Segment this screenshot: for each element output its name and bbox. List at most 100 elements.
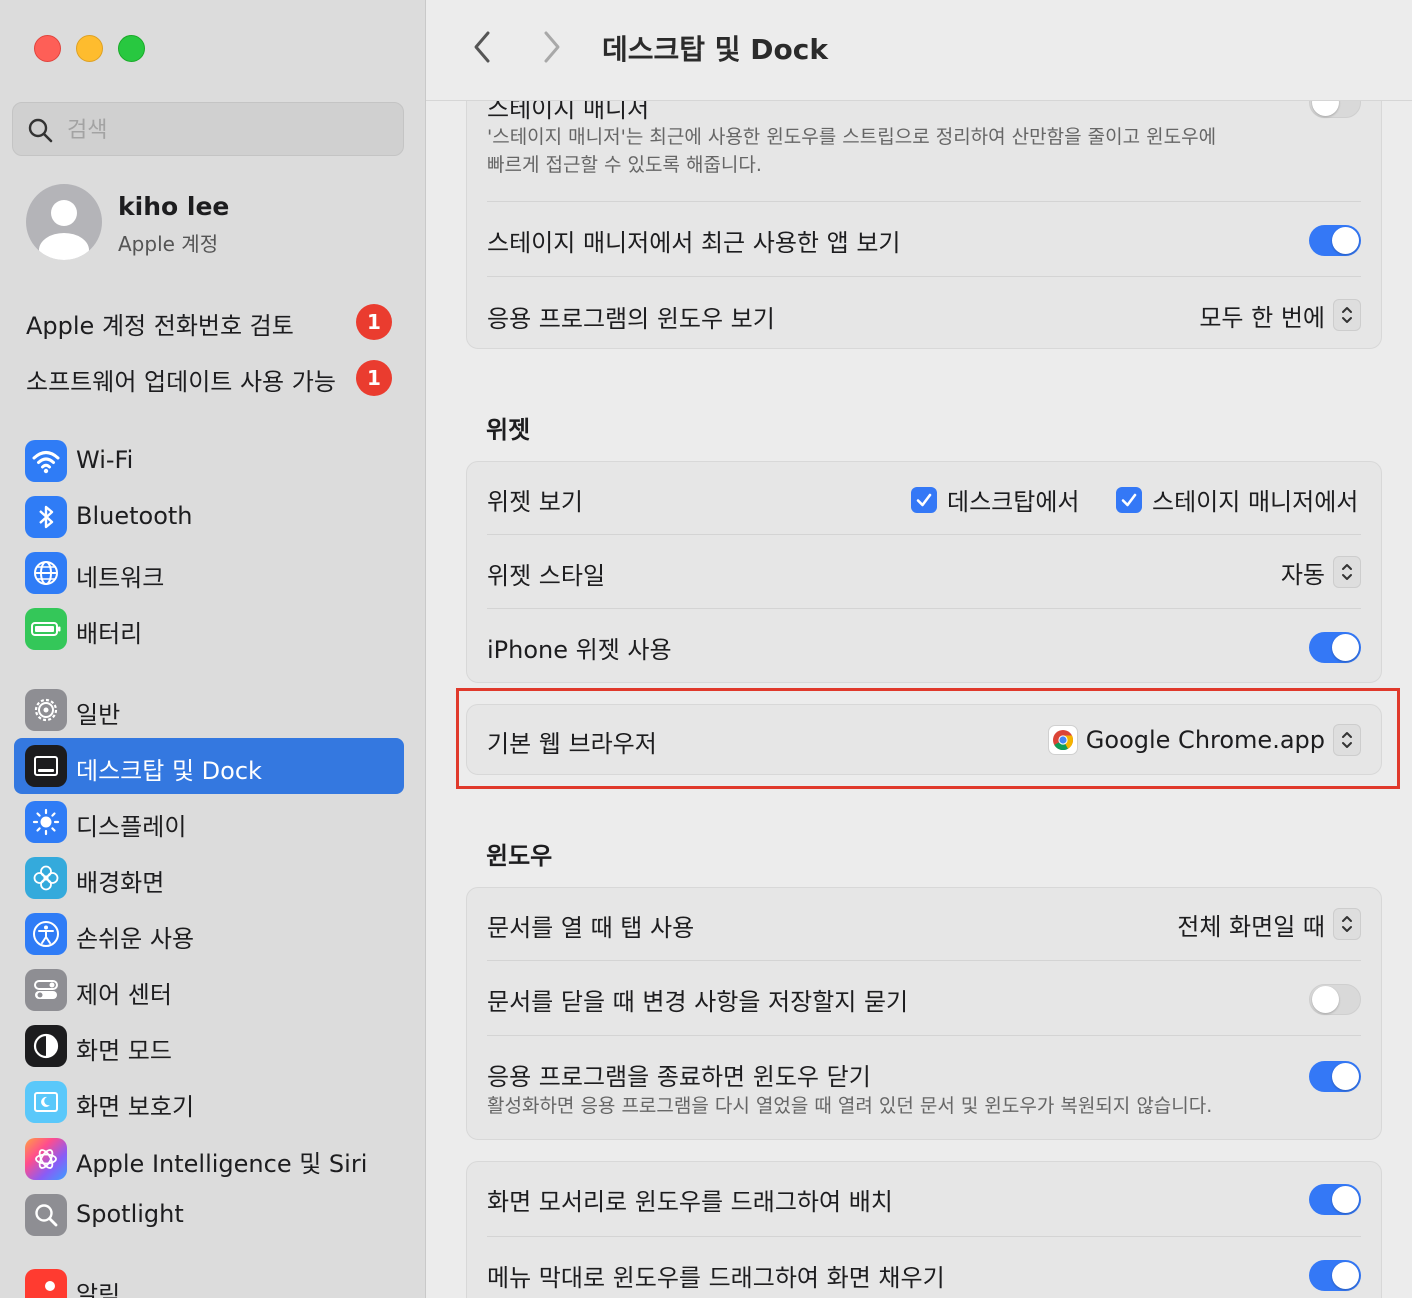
wifi-icon: [25, 440, 67, 482]
sidebar-item-label: 알림: [76, 1281, 121, 1298]
drag-menubar-row: 메뉴 막대로 윈도우를 드래그하여 화면 채우기: [487, 1254, 1361, 1294]
iphone-widgets-row: iPhone 위젯 사용: [487, 626, 1361, 666]
sidebar-item-label: Apple Intelligence 및 Siri: [76, 1150, 368, 1178]
window-controls: [34, 35, 145, 62]
default-browser-card: 기본 웹 브라우저 Google Chrome.app: [466, 704, 1382, 775]
toolbar: 데스크탑 및 Dock: [426, 0, 1412, 101]
sidebar-item-accessibility[interactable]: 손쉬운 사용: [14, 906, 404, 962]
popup-value: Google Chrome.app: [1085, 726, 1325, 754]
screensaver-icon: [25, 1081, 67, 1123]
drag-corners-toggle[interactable]: [1309, 1184, 1361, 1215]
stage-manager-checkbox[interactable]: 스테이지 매니저에서: [1116, 482, 1358, 517]
forward-chevron-icon[interactable]: [540, 30, 564, 64]
search-input[interactable]: [65, 113, 389, 147]
default-browser-popup[interactable]: Google Chrome.app: [1047, 723, 1361, 757]
account-profile[interactable]: kiho lee Apple 계정: [26, 184, 406, 264]
bell-icon: [25, 1269, 67, 1298]
sidebar-item-label: 배경화면: [76, 869, 165, 897]
tiling-card: 화면 모서리로 윈도우를 드래그하여 배치 메뉴 막대로 윈도우를 드래그하여 …: [466, 1161, 1382, 1298]
gear-icon: [25, 689, 67, 731]
sidebar-item-label: 디스플레이: [76, 813, 187, 841]
close-window-button[interactable]: [34, 35, 61, 62]
minimize-window-button[interactable]: [76, 35, 103, 62]
chrome-icon: [1047, 725, 1078, 755]
sidebar-item-bluetooth[interactable]: Bluetooth: [14, 489, 404, 545]
back-chevron-icon[interactable]: [470, 30, 494, 64]
sidebar-item-label: Spotlight: [76, 1200, 184, 1228]
sidebar-item-appearance[interactable]: 화면 모드: [14, 1018, 404, 1074]
profile-subtitle: Apple 계정: [118, 232, 219, 256]
sun-icon: [25, 801, 67, 843]
section-title-widgets: 위젯: [486, 416, 531, 444]
sidebar-item-apple-intelligence-siri[interactable]: Apple Intelligence 및 Siri: [14, 1131, 404, 1187]
ask-save-row: 문서를 닫을 때 변경 사항을 저장할지 묻기: [487, 978, 1361, 1018]
widget-style-popup[interactable]: 자동: [1281, 555, 1361, 589]
globe-icon: [25, 552, 67, 594]
close-windows-description: 활성화하면 응용 프로그램을 다시 열었을 때 열려 있던 문서 및 윈도우가 …: [487, 1095, 1213, 1117]
tabs-label: 문서를 열 때 탭 사용: [487, 914, 695, 942]
description-line: '스테이지 매니저'는 최근에 사용한 윈도우를 스트립으로 정리하여 산만함을…: [487, 126, 1217, 148]
iphone-widgets-label: iPhone 위젯 사용: [487, 636, 672, 664]
sidebar-item-label: 일반: [76, 701, 121, 729]
checkmark-icon: [911, 486, 937, 513]
sidebar-item-network[interactable]: 네트워크: [14, 545, 404, 601]
drag-corners-label: 화면 모서리로 윈도우를 드래그하여 배치: [487, 1188, 893, 1216]
sidebar-item-desktop-dock[interactable]: 데스크탑 및 Dock: [14, 738, 404, 794]
drag-menubar-label: 메뉴 막대로 윈도우를 드래그하여 화면 채우기: [487, 1264, 945, 1292]
search-field[interactable]: [12, 102, 404, 156]
notice-label: 소프트웨어 업데이트 사용 가능: [26, 368, 336, 396]
description-line: 빠르게 접근할 수 있도록 해줍니다.: [487, 154, 762, 176]
sidebar-item-screensaver[interactable]: 화면 보호기: [14, 1074, 404, 1130]
recent-apps-toggle[interactable]: [1309, 225, 1361, 256]
drag-menubar-toggle[interactable]: [1309, 1260, 1361, 1291]
sidebar-item-spotlight[interactable]: Spotlight: [14, 1187, 404, 1243]
sidebar-item-label: 손쉬운 사용: [76, 925, 195, 953]
dock-icon: [25, 745, 67, 787]
notice-label: Apple 계정 전화번호 검토: [26, 312, 294, 340]
sidebar-item-battery[interactable]: 배터리: [14, 601, 404, 657]
sidebar-item-label: 배터리: [76, 620, 143, 648]
appearance-icon: [25, 1025, 67, 1067]
siri-icon: [25, 1138, 67, 1180]
desktop-checkbox[interactable]: 데스크탑에서: [911, 482, 1079, 517]
sidebar-item-displays[interactable]: 디스플레이: [14, 794, 404, 850]
sidebar-item-label: 제어 센터: [76, 981, 172, 1009]
app-windows-label: 응용 프로그램의 윈도우 보기: [487, 305, 775, 333]
popup-value: 전체 화면일 때: [1177, 912, 1325, 941]
drag-corners-row: 화면 모서리로 윈도우를 드래그하여 배치: [487, 1178, 1361, 1218]
stage-manager-card: 스테이지 매니저 '스테이지 매니저'는 최근에 사용한 윈도우를 스트립으로 …: [466, 60, 1382, 349]
iphone-widgets-toggle[interactable]: [1309, 632, 1361, 663]
sidebar-item-label: 화면 보호기: [76, 1093, 195, 1121]
up-down-chevron-icon: [1333, 908, 1361, 940]
main-panel: 데스크탑 및 Dock 스테이지 매니저 '스테이지 매니저'는 최근에 사용한…: [426, 0, 1412, 1298]
show-widgets-row: 위젯 보기 데스크탑에서 스테이지 매니저에서: [487, 478, 1361, 518]
sidebar: kiho lee Apple 계정 Apple 계정 전화번호 검토 1 소프트…: [0, 0, 426, 1298]
close-windows-toggle[interactable]: [1309, 1061, 1361, 1092]
sidebar-item-label: 네트워크: [76, 564, 165, 592]
popup-value: 자동: [1280, 560, 1325, 589]
sidebar-item-notifications[interactable]: 알림: [14, 1262, 404, 1298]
ask-save-toggle[interactable]: [1309, 984, 1361, 1015]
flower-icon: [25, 857, 67, 899]
sidebar-item-control-center[interactable]: 제어 센터: [14, 962, 404, 1018]
sidebar-item-label: 데스크탑 및 Dock: [76, 757, 262, 785]
zoom-window-button[interactable]: [118, 35, 145, 62]
sidebar-item-general[interactable]: 일반: [14, 682, 404, 738]
page-title: 데스크탑 및 Dock: [602, 33, 828, 66]
tabs-popup[interactable]: 전체 화면일 때: [1177, 907, 1361, 941]
avatar: [26, 184, 102, 260]
default-browser-row: 기본 웹 브라우저 Google Chrome.app: [487, 720, 1361, 760]
up-down-chevron-icon: [1333, 556, 1361, 588]
notice-software-update[interactable]: 소프트웨어 업데이트 사용 가능 1: [26, 358, 396, 398]
popup-value: 모두 한 번에: [1199, 303, 1325, 332]
sidebar-item-label: Wi-Fi: [76, 446, 134, 474]
sidebar-item-wallpaper[interactable]: 배경화면: [14, 850, 404, 906]
battery-icon: [25, 608, 67, 650]
notice-account-phone[interactable]: Apple 계정 전화번호 검토 1: [26, 302, 396, 342]
app-windows-popup[interactable]: 모두 한 번에: [1199, 298, 1361, 332]
app-windows-row: 응용 프로그램의 윈도우 보기 모두 한 번에: [487, 295, 1361, 335]
sidebar-item-wifi[interactable]: Wi-Fi: [14, 433, 404, 489]
tabs-row: 문서를 열 때 탭 사용 전체 화면일 때: [487, 904, 1361, 944]
person-icon: [39, 200, 89, 260]
widget-style-label: 위젯 스타일: [487, 562, 606, 590]
